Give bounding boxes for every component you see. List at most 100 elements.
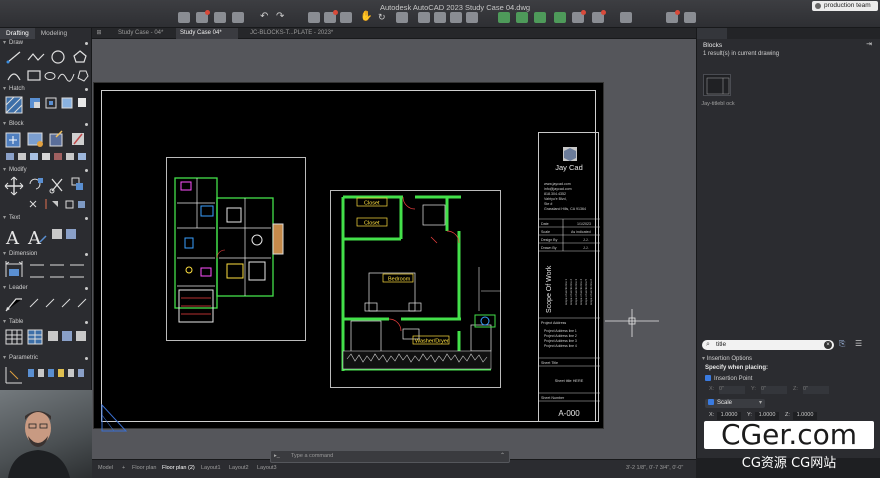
orbit-icon[interactable]: ↻: [378, 12, 390, 23]
dimension-icon[interactable]: [5, 261, 23, 277]
layout-tab-model[interactable]: Model: [98, 465, 113, 471]
properties-icon[interactable]: [620, 12, 632, 23]
scale-dropdown[interactable]: Scale ▾: [705, 399, 765, 408]
ellipse-icon[interactable]: [44, 72, 56, 80]
trim-icon[interactable]: [49, 178, 63, 194]
workspace-icon[interactable]: [684, 12, 696, 23]
table-icon[interactable]: [5, 329, 23, 345]
layer-isolate-icon[interactable]: [466, 12, 478, 23]
layer-state-icon[interactable]: [534, 12, 546, 23]
save-icon[interactable]: [214, 12, 226, 23]
layer-lock-icon[interactable]: [572, 10, 586, 23]
insert-dialog-icon[interactable]: ⎘: [839, 339, 845, 349]
new-file-icon[interactable]: [178, 12, 190, 23]
insertion-point-checkbox[interactable]: [705, 375, 711, 381]
plot-icon[interactable]: [308, 12, 320, 23]
zoom-icon[interactable]: [396, 12, 408, 23]
command-input[interactable]: Type a command: [291, 453, 333, 459]
field-icon[interactable]: [48, 331, 86, 341]
block-thumbnail[interactable]: [703, 74, 731, 96]
tab-libraries-icon[interactable]: [757, 28, 787, 39]
section-header[interactable]: Table: [0, 318, 92, 327]
y-input[interactable]: 0": [761, 386, 787, 394]
command-line[interactable]: ▸_ Type a command ⌃: [270, 450, 510, 463]
layer-icon[interactable]: [434, 12, 446, 23]
layout-tab-floor-plan-2[interactable]: Floor plan (2): [162, 465, 195, 471]
section-header[interactable]: Text: [0, 214, 92, 223]
data-extraction-icon[interactable]: [27, 329, 43, 345]
open-file-icon[interactable]: [196, 10, 210, 23]
create-block-icon[interactable]: [27, 132, 43, 147]
hexagon-icon[interactable]: [77, 70, 89, 82]
edit-block-icon[interactable]: [49, 130, 63, 147]
leader-tools-icon[interactable]: [29, 298, 87, 308]
layout-tab-layout2[interactable]: Layout2: [229, 465, 249, 471]
layer-off-icon[interactable]: [450, 12, 462, 23]
wipeout-icon[interactable]: [78, 98, 86, 107]
tab-recent-icon[interactable]: [727, 28, 757, 39]
line-icon[interactable]: [6, 51, 21, 64]
single-line-text-icon[interactable]: A: [27, 228, 47, 249]
layout-tab-floor-plan[interactable]: Floor plan: [132, 465, 156, 471]
multileader-icon[interactable]: [5, 298, 22, 312]
section-header[interactable]: Dimension: [0, 250, 92, 259]
define-attributes-icon[interactable]: [6, 153, 86, 160]
constraint-tools-icon[interactable]: [28, 369, 84, 377]
hatch-icon[interactable]: [5, 96, 23, 114]
viewport-1[interactable]: [166, 157, 306, 341]
block-search-input[interactable]: ⌕ title ×: [702, 340, 834, 350]
insertion-options-header[interactable]: ▾ Insertion Options: [702, 355, 752, 362]
geometric-constraint-icon[interactable]: [5, 367, 22, 384]
copy-icon[interactable]: [71, 177, 83, 190]
doc-tab-study-case-04[interactable]: Study Case - 04*: [106, 28, 176, 39]
publish-icon[interactable]: [324, 10, 338, 23]
doc-tab-blocks-template[interactable]: JC-BLOCKS-T...PLATE - 2023*: [238, 28, 358, 39]
rotate-icon[interactable]: [29, 178, 43, 190]
layer-match-icon[interactable]: [498, 12, 510, 23]
boundary-icon[interactable]: [45, 97, 57, 109]
section-header[interactable]: Hatch: [0, 85, 92, 94]
tab-drafting[interactable]: Drafting: [0, 28, 35, 39]
layout-tab-layout1[interactable]: Layout1: [201, 465, 221, 471]
clear-search-icon[interactable]: ×: [824, 341, 832, 349]
import-icon[interactable]: ⇥: [866, 40, 872, 48]
redo-icon[interactable]: ↷: [276, 12, 288, 23]
section-header[interactable]: Parametric: [0, 354, 92, 363]
save-as-icon[interactable]: [232, 12, 244, 23]
view-options-icon[interactable]: ☰: [855, 339, 862, 348]
doc-tab-study-case-04-active[interactable]: Study Case 04*: [176, 28, 238, 39]
user-account-button[interactable]: production team: [812, 1, 878, 11]
rectangle-icon[interactable]: [27, 70, 41, 81]
command-history-icon[interactable]: ▸_: [274, 453, 280, 459]
layer-freeze-icon[interactable]: [554, 12, 566, 23]
layer-properties-icon[interactable]: [418, 12, 430, 23]
command-expand-icon[interactable]: ⌃: [500, 452, 505, 459]
tab-current-drawing-icon[interactable]: [697, 28, 727, 39]
tab-overflow-icon[interactable]: ⊞: [92, 28, 106, 39]
move-icon[interactable]: [4, 176, 24, 196]
pan-icon[interactable]: ✋: [360, 12, 372, 23]
z-input[interactable]: 0": [803, 386, 829, 394]
multiline-text-icon[interactable]: A: [5, 228, 20, 249]
text-style-icon[interactable]: [52, 229, 76, 239]
scale-checkbox[interactable]: [708, 399, 714, 405]
dim-linear-icon[interactable]: [30, 264, 84, 278]
insert-block-icon[interactable]: [5, 132, 21, 148]
spline-icon[interactable]: [57, 73, 75, 82]
region-icon[interactable]: [61, 97, 73, 109]
view-icon[interactable]: [340, 12, 352, 23]
section-header[interactable]: Modify: [0, 166, 92, 175]
viewport-2[interactable]: Closet Closet Bedroom Washer/Dryer: [330, 190, 501, 388]
section-header[interactable]: Leader: [0, 284, 92, 293]
arc-icon[interactable]: [7, 73, 21, 81]
block-attributes-icon[interactable]: [72, 133, 84, 145]
palette-icon[interactable]: [666, 10, 680, 23]
x-input[interactable]: 0": [719, 386, 745, 394]
mirror-icon[interactable]: [29, 199, 85, 209]
section-header[interactable]: Draw: [0, 39, 92, 48]
add-layout-icon[interactable]: +: [122, 465, 125, 471]
gradient-icon[interactable]: [30, 98, 40, 108]
drawing-canvas[interactable]: Closet Closet Bedroom Washer/Dryer Jay C…: [92, 39, 696, 459]
circle-icon[interactable]: [51, 50, 65, 64]
layer-walk-icon[interactable]: [592, 10, 606, 23]
